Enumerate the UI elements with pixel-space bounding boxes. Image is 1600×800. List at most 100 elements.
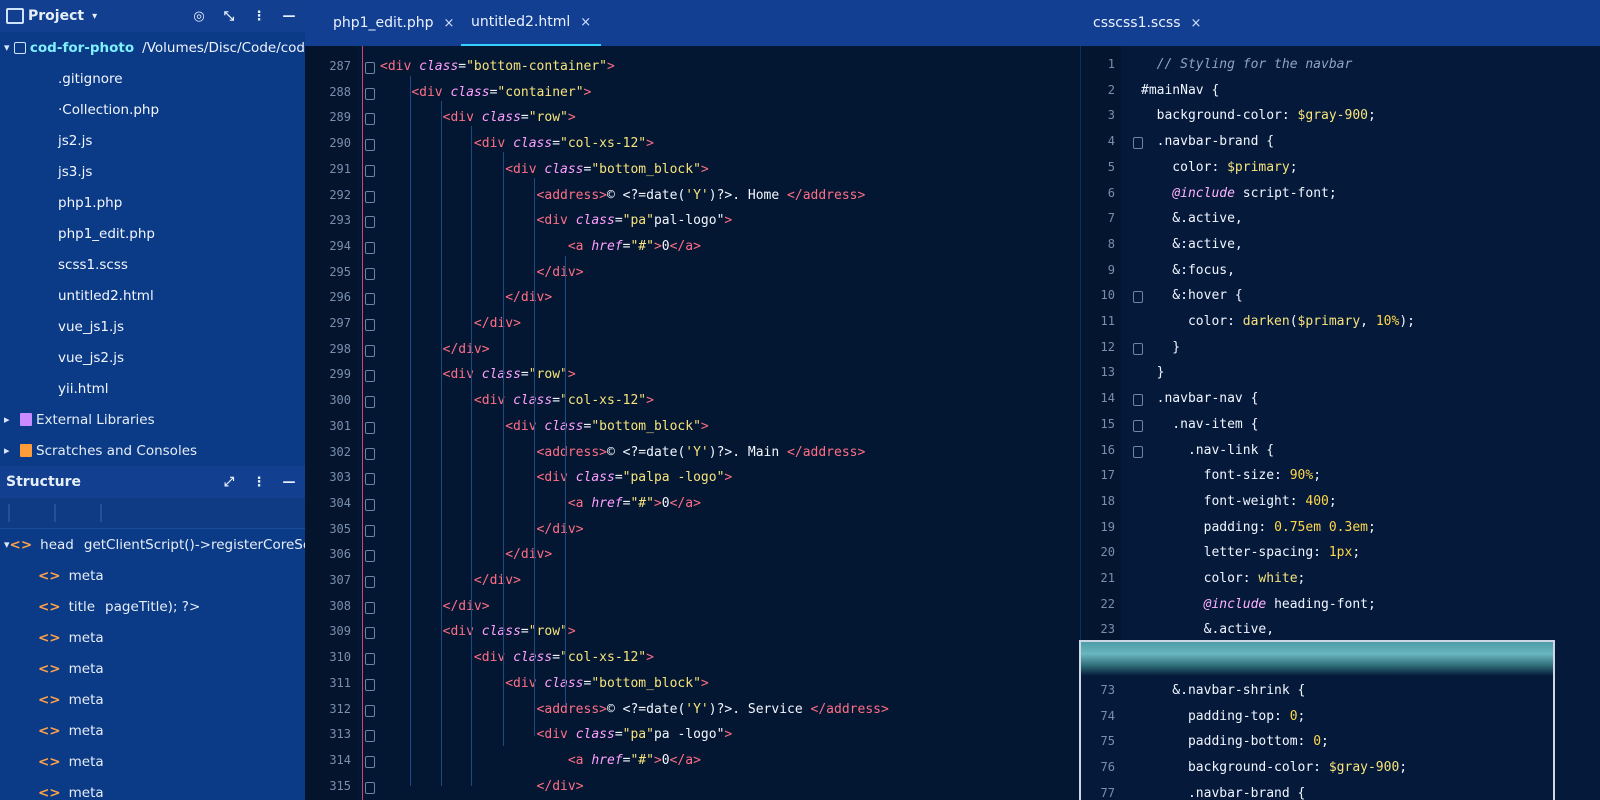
scratches-icon	[20, 444, 32, 457]
code-line: <div class="bottom-container">	[380, 59, 615, 74]
html-editor[interactable]: 287 <div class="bottom-container"> 288 <di…	[305, 46, 1080, 800]
fold-icon[interactable]	[365, 396, 375, 409]
code-line: <div class="bottom_block">	[505, 675, 709, 691]
structure-item[interactable]: <> title pageTitle); ?>	[0, 591, 305, 622]
fold-icon[interactable]	[365, 370, 375, 383]
line-number: 2	[1107, 82, 1115, 97]
file-item[interactable]: .gitignore	[0, 63, 305, 94]
structure-item[interactable]: <> meta	[0, 777, 305, 800]
structure-item[interactable]: <> meta	[0, 622, 305, 653]
structure-item-label: meta	[68, 629, 104, 646]
line-number: 14	[1100, 391, 1115, 406]
code-line: &:hover {	[1141, 288, 1243, 304]
close-icon[interactable]: ×	[580, 15, 591, 30]
tab-untitled2[interactable]: untitled2.html ×	[461, 0, 602, 46]
project-panel-title: Project	[28, 8, 85, 24]
fold-icon[interactable]	[365, 447, 375, 460]
line-number: 17	[1100, 468, 1115, 483]
code-line: }	[1141, 339, 1181, 355]
file-item[interactable]: js2.js	[0, 125, 305, 156]
fold-icon[interactable]	[1133, 394, 1143, 407]
fold-icon[interactable]	[365, 781, 375, 794]
fold-icon[interactable]	[365, 62, 375, 74]
fold-icon[interactable]	[365, 704, 375, 717]
structure-item[interactable]: <> meta	[0, 684, 305, 715]
fold-icon[interactable]	[365, 421, 375, 434]
structure-item[interactable]: <> meta	[0, 653, 305, 684]
structure-root-row[interactable]: ▾ <> head getClientScript()->registerCor…	[0, 529, 305, 560]
fold-icon[interactable]	[365, 319, 375, 331]
fold-icon[interactable]	[365, 113, 375, 126]
fold-icon[interactable]	[365, 601, 375, 614]
line-number: 303	[329, 470, 351, 485]
code-line: font-size: 90%;	[1141, 468, 1322, 484]
file-item[interactable]: scss1.scss	[0, 249, 305, 280]
chevron-right-icon[interactable]: ▸	[4, 444, 16, 457]
fold-icon[interactable]	[1133, 342, 1143, 355]
external-libraries-row[interactable]: ▸ External Libraries	[0, 404, 305, 435]
fold-icon[interactable]	[365, 139, 375, 152]
fold-icon[interactable]	[365, 164, 375, 177]
code-line: <a href="#">0</a>	[567, 752, 701, 768]
fold-icon[interactable]	[1133, 445, 1143, 458]
more-options-icon[interactable]: ⋮	[249, 6, 269, 26]
scratches-row[interactable]: ▸ Scratches and Consoles	[0, 435, 305, 466]
fold-icon[interactable]	[1133, 137, 1143, 150]
file-item[interactable]: js3.js	[0, 156, 305, 187]
fold-icon[interactable]	[365, 190, 375, 203]
fold-icon[interactable]	[365, 653, 375, 666]
file-item[interactable]: yii.html	[0, 373, 305, 404]
close-icon[interactable]: ×	[444, 16, 455, 31]
fold-icon[interactable]	[365, 627, 375, 640]
fold-icon[interactable]	[365, 293, 375, 306]
fold-icon[interactable]	[365, 473, 375, 486]
fold-icon[interactable]	[365, 524, 375, 537]
code-line: }	[1141, 365, 1165, 381]
minimize-icon[interactable]: —	[279, 6, 299, 26]
line-number: 10	[1100, 288, 1115, 303]
file-item[interactable]: vue_js2.js	[0, 342, 305, 373]
fold-icon[interactable]	[1133, 291, 1143, 304]
file-item[interactable]: untitled2.html	[0, 280, 305, 311]
structure-item[interactable]: <> meta	[0, 560, 305, 591]
fold-icon[interactable]	[365, 755, 375, 768]
indent-guide	[441, 101, 442, 786]
fold-icon[interactable]	[365, 267, 375, 280]
fold-icon[interactable]	[365, 550, 375, 563]
file-item[interactable]: ·Collection.php	[0, 94, 305, 125]
fold-icon[interactable]	[365, 344, 375, 357]
toolbar-separator	[8, 504, 10, 522]
fold-icon[interactable]	[365, 498, 375, 511]
fold-icon[interactable]	[365, 241, 375, 254]
code-line: @include heading-font;	[1203, 596, 1376, 612]
close-icon[interactable]: ×	[1191, 16, 1202, 31]
fold-icon[interactable]	[365, 678, 375, 691]
more-options-icon[interactable]: ⋮	[249, 472, 269, 492]
fold-icon[interactable]	[1133, 419, 1143, 432]
file-item[interactable]: php1_edit.php	[0, 218, 305, 249]
structure-item[interactable]: <> meta	[0, 715, 305, 746]
line-number: 4	[1107, 134, 1115, 149]
expand-icon[interactable]: ⤢	[219, 472, 239, 492]
target-icon[interactable]: ◎	[189, 6, 209, 26]
minimize-icon[interactable]: —	[279, 472, 299, 492]
fold-icon[interactable]	[365, 216, 375, 229]
line-number: 308	[329, 598, 351, 613]
file-item[interactable]: php1.php	[0, 187, 305, 218]
chevron-down-icon[interactable]: ▾	[4, 41, 12, 54]
structure-title: Structure	[6, 474, 82, 490]
project-view-selector[interactable]: Project ▾	[6, 8, 179, 24]
project-root-row[interactable]: ▾ cod-for-photo /Volumes/Disc/Code/cod	[0, 32, 305, 63]
tab-php1-edit[interactable]: php1_edit.php ×	[323, 0, 464, 46]
fold-icon[interactable]	[365, 576, 375, 588]
line-number: 75	[1100, 734, 1115, 749]
tab-csscss1[interactable]: csscss1.scss ×	[1083, 0, 1211, 46]
line-number: 19	[1100, 519, 1115, 534]
structure-item[interactable]: <> meta	[0, 746, 305, 777]
collapse-icon[interactable]: ⤡	[219, 6, 239, 26]
file-item[interactable]: vue_js1.js	[0, 311, 305, 342]
chevron-right-icon[interactable]: ▸	[4, 413, 16, 426]
fold-icon[interactable]	[365, 730, 375, 743]
fold-icon[interactable]	[365, 87, 375, 100]
code-line: font-weight: 400;	[1141, 493, 1337, 509]
